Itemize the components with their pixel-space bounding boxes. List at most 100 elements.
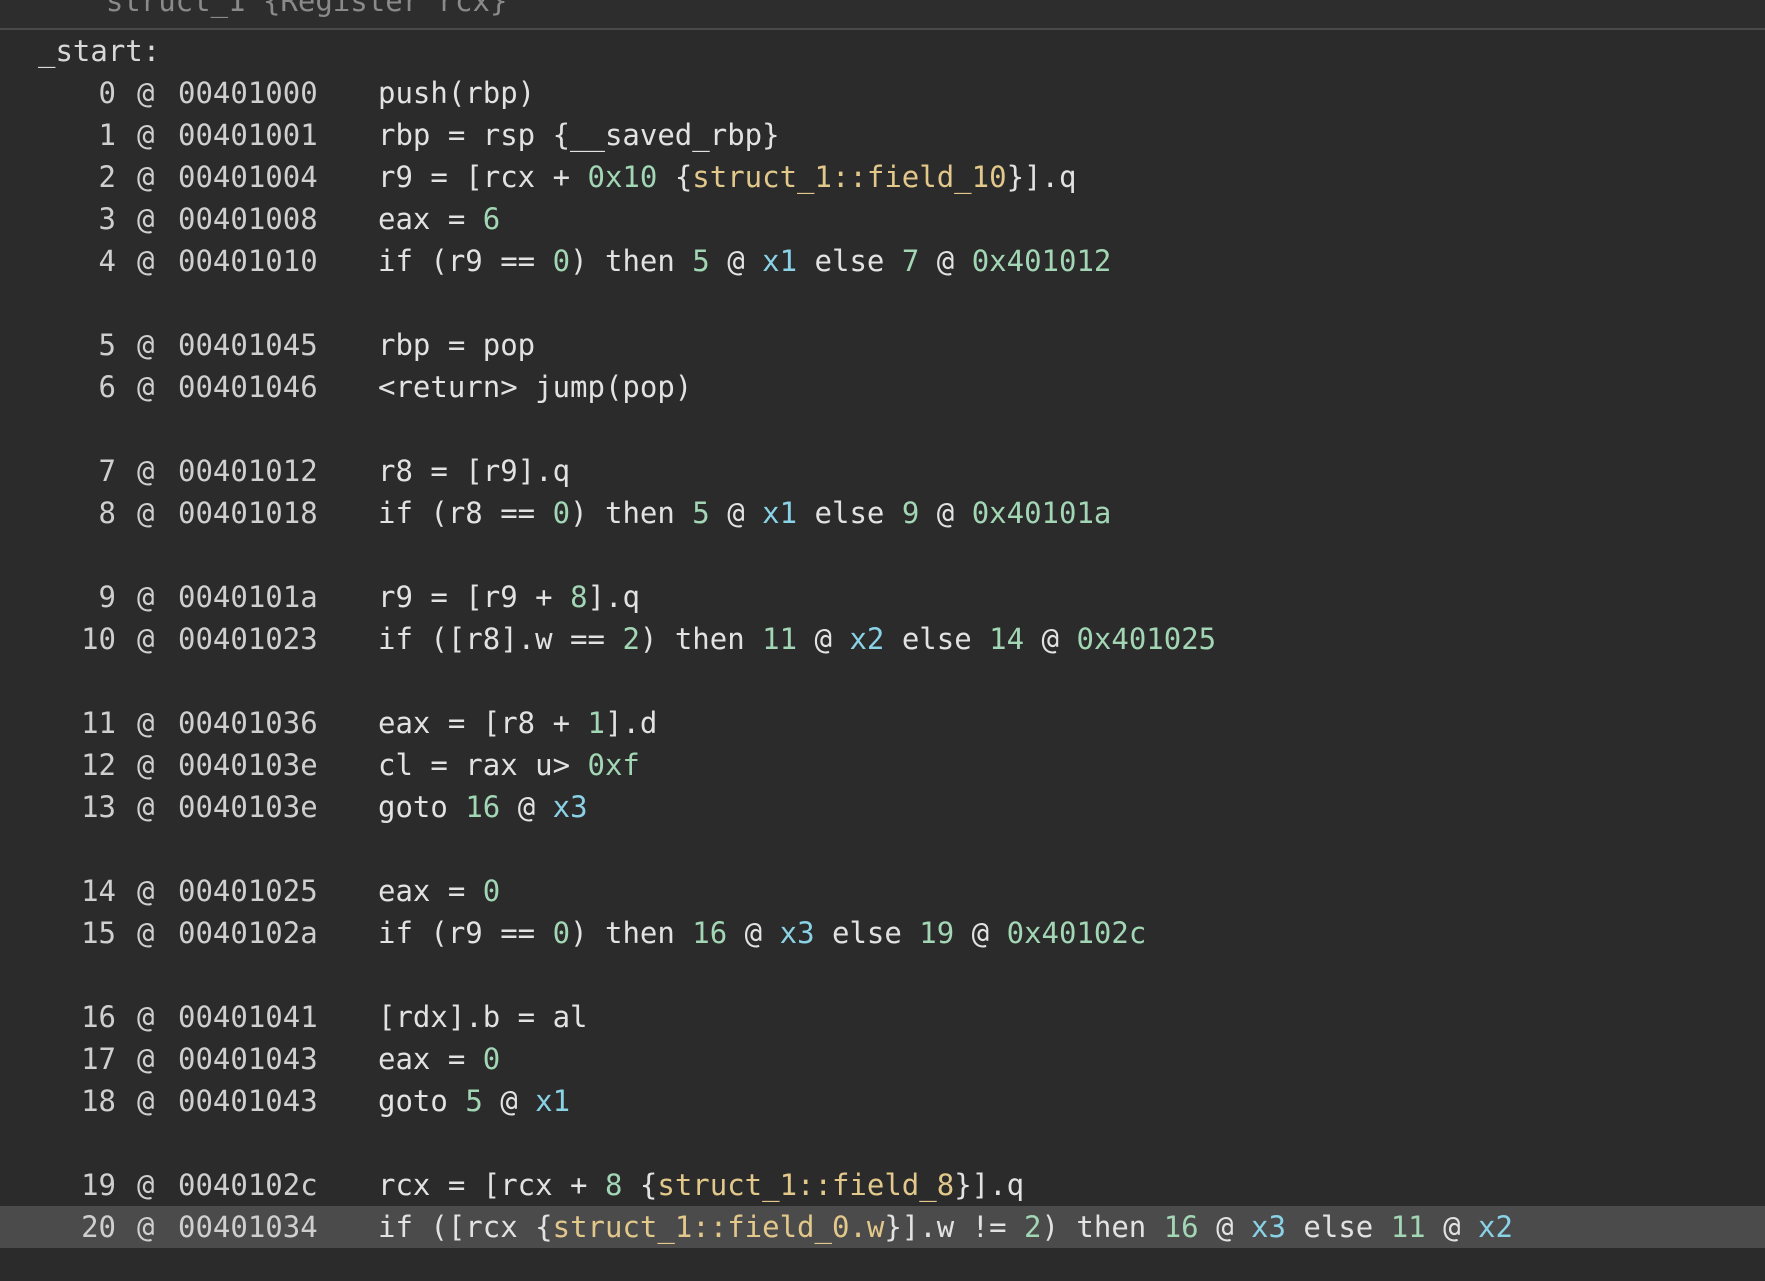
il-address[interactable]: 00401034: [178, 1206, 318, 1248]
integer-token[interactable]: 0x10: [588, 160, 658, 194]
block-index-token[interactable]: 11: [1391, 1210, 1426, 1244]
il-index[interactable]: 7: [38, 450, 116, 492]
il-line[interactable]: 17 @00401043 eax = 0: [0, 1038, 1765, 1080]
il-instruction[interactable]: eax = 6: [378, 198, 500, 240]
block-index-token[interactable]: 19: [919, 916, 954, 950]
block-index-token[interactable]: 9: [902, 496, 919, 530]
il-instruction[interactable]: eax = 0: [378, 870, 500, 912]
il-address[interactable]: 00401018: [178, 492, 318, 534]
il-line[interactable]: 18 @00401043 goto 5 @ x1: [0, 1080, 1765, 1122]
address-token[interactable]: 0x401025: [1076, 622, 1216, 656]
il-index[interactable]: 16: [38, 996, 116, 1038]
il-address[interactable]: 00401010: [178, 240, 318, 282]
il-line[interactable]: 13 @0040103e goto 16 @ x3: [0, 786, 1765, 828]
integer-token[interactable]: 0: [553, 916, 570, 950]
il-index[interactable]: 5: [38, 324, 116, 366]
block-index-token[interactable]: 11: [762, 622, 797, 656]
il-index[interactable]: 13: [38, 786, 116, 828]
il-line[interactable]: 0 @00401000 push(rbp): [0, 72, 1765, 114]
il-line[interactable]: 4 @00401010 if (r9 == 0) then 5 @ x1 else …: [0, 240, 1765, 282]
il-address[interactable]: 00401046: [178, 366, 318, 408]
il-index[interactable]: 11: [38, 702, 116, 744]
il-line[interactable]: 11 @00401036 eax = [r8 + 1].d: [0, 702, 1765, 744]
branch-target-token[interactable]: x1: [535, 1084, 570, 1118]
il-line[interactable]: 8 @00401018 if (r8 == 0) then 5 @ x1 else …: [0, 492, 1765, 534]
il-index[interactable]: 3: [38, 198, 116, 240]
il-instruction[interactable]: eax = [r8 + 1].d: [378, 702, 657, 744]
branch-target-token[interactable]: x1: [762, 496, 797, 530]
il-line[interactable]: 9 @0040101a r9 = [r9 + 8].q: [0, 576, 1765, 618]
il-instruction[interactable]: r9 = [r9 + 8].q: [378, 576, 640, 618]
il-line[interactable]: 6 @00401046 <return> jump(pop): [0, 366, 1765, 408]
integer-token[interactable]: 8: [570, 580, 587, 614]
il-address[interactable]: 00401008: [178, 198, 318, 240]
il-address[interactable]: 0040102c: [178, 1164, 318, 1206]
il-address[interactable]: 00401036: [178, 702, 318, 744]
struct-field-token[interactable]: struct_1::field_10: [692, 160, 1006, 194]
branch-target-token[interactable]: x3: [553, 790, 588, 824]
struct-field-token[interactable]: struct_1::field_8: [657, 1168, 954, 1202]
address-token[interactable]: 0x40102c: [1007, 916, 1147, 950]
il-line[interactable]: 12 @0040103e cl = rax u> 0xf: [0, 744, 1765, 786]
il-instruction[interactable]: if (r9 == 0) then 5 @ x1 else 7 @ 0x4010…: [378, 240, 1111, 282]
il-line[interactable]: 10 @00401023 if ([r8].w == 2) then 11 @ x2…: [0, 618, 1765, 660]
branch-target-token[interactable]: x2: [849, 622, 884, 656]
il-index[interactable]: 17: [38, 1038, 116, 1080]
il-address[interactable]: 00401043: [178, 1038, 318, 1080]
il-instruction[interactable]: if (r9 == 0) then 16 @ x3 else 19 @ 0x40…: [378, 912, 1146, 954]
address-token[interactable]: 0x40101a: [972, 496, 1112, 530]
il-instruction[interactable]: push(rbp): [378, 72, 535, 114]
integer-token[interactable]: 0: [483, 1042, 500, 1076]
block-index-token[interactable]: 16: [692, 916, 727, 950]
branch-target-token[interactable]: x1: [762, 244, 797, 278]
il-index[interactable]: 4: [38, 240, 116, 282]
il-index[interactable]: 6: [38, 366, 116, 408]
il-index[interactable]: 1: [38, 114, 116, 156]
block-index-token[interactable]: 16: [465, 790, 500, 824]
il-instruction[interactable]: rbp = rsp {__saved_rbp}: [378, 114, 780, 156]
il-line[interactable]: 2 @00401004 r9 = [rcx + 0x10 {struct_1::fi…: [0, 156, 1765, 198]
integer-token[interactable]: 6: [483, 202, 500, 236]
block-index-token[interactable]: 7: [902, 244, 919, 278]
il-address[interactable]: 00401041: [178, 996, 318, 1038]
il-line[interactable]: 3 @00401008 eax = 6: [0, 198, 1765, 240]
integer-token[interactable]: 0: [553, 496, 570, 530]
il-line[interactable]: 15 @0040102a if (r9 == 0) then 16 @ x3 els…: [0, 912, 1765, 954]
il-index[interactable]: 10: [38, 618, 116, 660]
branch-target-token[interactable]: x2: [1478, 1210, 1513, 1244]
il-instruction[interactable]: r9 = [rcx + 0x10 {struct_1::field_10}].q: [378, 156, 1076, 198]
il-instruction[interactable]: if ([r8].w == 2) then 11 @ x2 else 14 @ …: [378, 618, 1216, 660]
il-address[interactable]: 00401001: [178, 114, 318, 156]
branch-target-token[interactable]: x3: [780, 916, 815, 950]
il-instruction[interactable]: rbp = pop: [378, 324, 535, 366]
il-address[interactable]: 0040102a: [178, 912, 318, 954]
function-label[interactable]: _start:: [0, 30, 1765, 72]
block-index-token[interactable]: 5: [465, 1084, 482, 1118]
il-address[interactable]: 00401004: [178, 156, 318, 198]
il-index[interactable]: 0: [38, 72, 116, 114]
il-index[interactable]: 12: [38, 744, 116, 786]
il-address[interactable]: 00401012: [178, 450, 318, 492]
block-index-token[interactable]: 5: [692, 496, 709, 530]
il-line-selected[interactable]: 20 @00401034 if ([rcx {struct_1::field_0.w…: [0, 1206, 1765, 1248]
il-index[interactable]: 9: [38, 576, 116, 618]
il-address[interactable]: 00401045: [178, 324, 318, 366]
integer-token[interactable]: 0: [553, 244, 570, 278]
branch-target-token[interactable]: x3: [1251, 1210, 1286, 1244]
il-index[interactable]: 8: [38, 492, 116, 534]
il-address[interactable]: 0040103e: [178, 744, 318, 786]
il-address[interactable]: 0040101a: [178, 576, 318, 618]
il-instruction[interactable]: if ([rcx {struct_1::field_0.w}].w != 2) …: [378, 1206, 1513, 1248]
il-index[interactable]: 2: [38, 156, 116, 198]
block-index-token[interactable]: 14: [989, 622, 1024, 656]
il-line[interactable]: 7 @00401012 r8 = [r9].q: [0, 450, 1765, 492]
il-line[interactable]: 5 @00401045 rbp = pop: [0, 324, 1765, 366]
il-instruction[interactable]: if (r8 == 0) then 5 @ x1 else 9 @ 0x4010…: [378, 492, 1111, 534]
il-address[interactable]: 00401023: [178, 618, 318, 660]
il-line[interactable]: 19 @0040102c rcx = [rcx + 8 {struct_1::fie…: [0, 1164, 1765, 1206]
il-index[interactable]: 18: [38, 1080, 116, 1122]
integer-token[interactable]: 1: [588, 706, 605, 740]
il-instruction[interactable]: <return> jump(pop): [378, 366, 692, 408]
block-index-token[interactable]: 5: [692, 244, 709, 278]
il-instruction[interactable]: eax = 0: [378, 1038, 500, 1080]
